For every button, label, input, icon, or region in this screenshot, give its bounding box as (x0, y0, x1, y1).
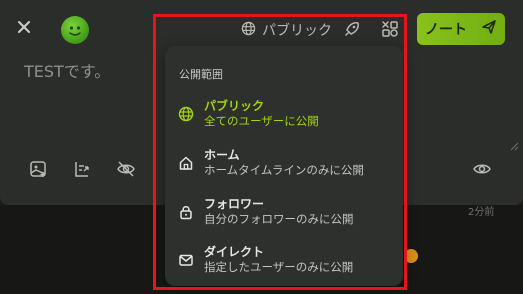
mail-icon (178, 252, 194, 268)
poll-icon[interactable] (72, 159, 92, 179)
close-icon[interactable] (14, 17, 34, 37)
send-icon (481, 19, 497, 39)
visibility-button[interactable]: パブリック (241, 19, 332, 41)
option-description: 全てのユーザーに公開 (204, 114, 319, 128)
note-button-label: ノート (425, 22, 467, 38)
visibility-label: パブリック (262, 23, 332, 39)
globe-icon (241, 21, 256, 40)
note-submit-button[interactable]: ノート (417, 13, 505, 45)
lock-icon (178, 204, 194, 220)
avatar[interactable] (61, 16, 89, 44)
plugin-icon[interactable] (381, 20, 399, 38)
option-label: ホーム (204, 148, 240, 162)
note-text-input[interactable]: TESTです。 (24, 58, 110, 82)
eye-icon[interactable] (472, 159, 492, 179)
eye-off-icon[interactable] (116, 159, 136, 179)
option-label: フォロワー (204, 197, 265, 211)
home-icon (178, 155, 194, 171)
option-description: 指定したユーザーのみに公開 (204, 260, 354, 274)
option-description: 自分のフォロワーのみに公開 (204, 212, 354, 226)
visibility-option-public[interactable]: パブリック 全てのユーザーに公開 (165, 94, 403, 142)
option-description: ホームタイムラインのみに公開 (204, 163, 364, 177)
visibility-option-direct[interactable]: ダイレクト 指定したユーザーのみに公開 (165, 240, 403, 288)
image-icon[interactable] (28, 159, 48, 179)
note-timestamp: 2分前 (468, 207, 495, 218)
visibility-menu-title: 公開範囲 (179, 68, 223, 81)
reaction-emoji-peek (404, 249, 418, 263)
resize-handle-icon[interactable] (507, 136, 519, 151)
visibility-option-home[interactable]: ホーム ホームタイムラインのみに公開 (165, 143, 403, 191)
option-label: ダイレクト (204, 245, 265, 259)
rocket-icon[interactable] (343, 20, 361, 38)
visibility-option-followers[interactable]: フォロワー 自分のフォロワーのみに公開 (165, 192, 403, 240)
option-label: パブリック (204, 99, 265, 113)
visibility-menu: 公開範囲 パブリック 全てのユーザーに公開 ホーム ホームタイムラインのみに公開… (165, 46, 403, 286)
globe-icon (178, 106, 194, 122)
